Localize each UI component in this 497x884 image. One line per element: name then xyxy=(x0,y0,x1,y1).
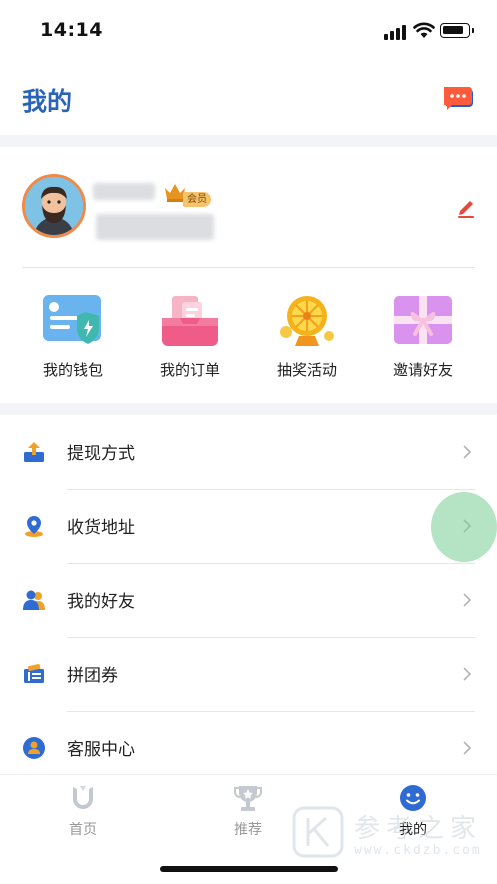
friends-icon xyxy=(23,590,45,610)
quick-action-invite[interactable]: 邀请好友 xyxy=(373,292,473,380)
menu-item-label: 收货地址 xyxy=(67,518,135,538)
wifi-icon xyxy=(413,22,435,38)
battery-icon xyxy=(440,23,474,38)
watermark-url: www.ckdzb.com xyxy=(354,843,482,858)
vip-badge: 会员 xyxy=(183,192,211,207)
tab-recommend[interactable]: 推荐 xyxy=(208,783,288,839)
watermark: 参考之家 www.ckdzb.com xyxy=(292,806,488,862)
home-tab-icon xyxy=(73,786,93,809)
trophy-icon xyxy=(234,786,262,811)
wallet-icon xyxy=(43,295,101,344)
home-indicator xyxy=(160,866,338,872)
username-blurred xyxy=(93,183,155,200)
quick-action-label: 我的订单 xyxy=(159,361,220,379)
tab-home[interactable]: 首页 xyxy=(43,783,123,839)
watermark-text: 参考之家 xyxy=(354,814,483,844)
quick-action-lottery[interactable]: 抽奖活动 xyxy=(257,292,357,380)
user-id-blurred xyxy=(96,214,214,240)
menu-item-label: 提现方式 xyxy=(67,444,135,464)
quick-action-label: 抽奖活动 xyxy=(276,361,337,379)
status-time: 14:14 xyxy=(40,19,103,41)
orders-icon xyxy=(162,296,218,346)
gift-box-icon xyxy=(394,296,452,344)
avatar-illustration xyxy=(25,177,83,235)
quick-action-wallet[interactable]: 我的钱包 xyxy=(23,292,123,380)
tab-label: 首页 xyxy=(69,822,97,838)
chevron-right-icon xyxy=(463,445,472,459)
avatar[interactable] xyxy=(22,174,86,238)
edit-icon[interactable] xyxy=(455,196,477,218)
withdraw-icon xyxy=(24,442,44,462)
chevron-right-icon xyxy=(463,667,472,681)
menu-item-withdraw[interactable]: 提现方式 xyxy=(0,415,497,489)
menu-item-address[interactable]: 收货地址 xyxy=(0,489,497,563)
menu-item-group-coupon[interactable]: 拼团券 xyxy=(0,637,497,711)
quick-action-orders[interactable]: 我的订单 xyxy=(140,292,240,380)
section-divider xyxy=(0,135,497,147)
watermark-logo-icon xyxy=(292,806,344,858)
divider xyxy=(22,267,475,268)
menu-item-label: 客服中心 xyxy=(67,740,135,760)
message-icon[interactable] xyxy=(442,84,474,112)
customer-service-icon xyxy=(23,737,45,759)
cellular-signal-icon xyxy=(384,24,408,40)
chevron-right-icon xyxy=(463,741,472,755)
chevron-right-icon xyxy=(463,593,472,607)
status-bar: 14:14 xyxy=(0,0,497,62)
page-title: 我的 xyxy=(22,87,73,116)
section-divider xyxy=(0,403,497,415)
lottery-wheel-icon xyxy=(280,296,334,346)
tab-label: 推荐 xyxy=(234,822,262,838)
coupon-icon xyxy=(24,663,44,683)
touch-indicator xyxy=(431,492,497,562)
location-pin-icon xyxy=(25,516,43,537)
quick-action-label: 邀请好友 xyxy=(392,361,453,379)
menu-item-label: 拼团券 xyxy=(67,666,118,686)
menu-item-friends[interactable]: 我的好友 xyxy=(0,563,497,637)
quick-action-label: 我的钱包 xyxy=(42,361,103,379)
menu-item-label: 我的好友 xyxy=(67,592,135,612)
